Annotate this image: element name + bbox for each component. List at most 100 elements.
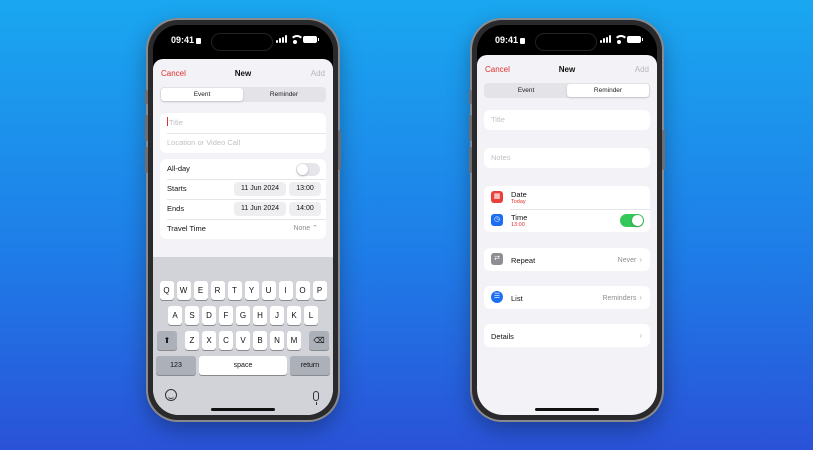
key-j[interactable]: J — [270, 306, 284, 325]
signal-icon — [276, 35, 287, 43]
status-time: 09:41 — [495, 35, 526, 45]
starts-time-button[interactable]: 13:00 — [289, 182, 321, 196]
key-w[interactable]: W — [176, 281, 191, 300]
new-event-sheet: Cancel New Add Event Reminder Title Loca… — [153, 59, 333, 415]
key-a[interactable]: A — [168, 306, 182, 325]
volume-down-button — [469, 147, 472, 173]
key-q[interactable]: Q — [159, 281, 174, 300]
location-field[interactable]: Location or Video Call — [160, 133, 326, 153]
battery-icon — [627, 35, 643, 43]
title-field[interactable]: Title — [484, 110, 650, 130]
text-cursor — [167, 117, 168, 126]
key-k[interactable]: K — [287, 306, 301, 325]
emoji-icon[interactable] — [165, 389, 177, 401]
action-button — [469, 90, 472, 104]
key-i[interactable]: I — [278, 281, 293, 300]
segment-event[interactable]: Event — [161, 88, 243, 101]
details-label: Details — [491, 332, 514, 341]
location-placeholder: Location or Video Call — [167, 138, 241, 147]
key-l[interactable]: L — [304, 306, 318, 325]
key-h[interactable]: H — [253, 306, 267, 325]
date-row[interactable]: ▦ Date Today — [484, 186, 650, 209]
keyboard-row-4: 123 space return — [153, 356, 333, 375]
list-row[interactable]: ☰ List Reminders › — [484, 286, 650, 309]
chevron-right-icon: › — [639, 331, 642, 340]
dynamic-island — [535, 33, 597, 51]
key-d[interactable]: D — [202, 306, 216, 325]
power-button — [338, 130, 341, 170]
repeat-row[interactable]: ⇄ Repeat Never › — [484, 248, 650, 271]
segment-reminder[interactable]: Reminder — [567, 84, 649, 97]
travel-time-label: Travel Time — [167, 224, 206, 233]
space-key[interactable]: space — [199, 356, 287, 375]
ends-label: Ends — [167, 204, 185, 213]
wifi-icon — [614, 35, 628, 44]
title-field[interactable]: Title — [160, 113, 326, 133]
allday-toggle[interactable] — [296, 163, 320, 176]
key-y[interactable]: Y — [244, 281, 259, 300]
key-s[interactable]: S — [185, 306, 199, 325]
add-button[interactable]: Add — [635, 65, 649, 74]
delete-key[interactable]: ⌫ — [309, 331, 329, 350]
key-n[interactable]: N — [270, 331, 284, 350]
nav-bar: Cancel New Add — [477, 63, 657, 79]
list-icon: ☰ — [491, 291, 503, 303]
key-r[interactable]: R — [210, 281, 225, 300]
key-x[interactable]: X — [202, 331, 216, 350]
nav-bar: Cancel New Add — [153, 67, 333, 83]
segment-reminder[interactable]: Reminder — [243, 88, 325, 101]
travel-time-value: None ⌃ — [293, 225, 318, 232]
starts-date-button[interactable]: 11 Jun 2024 — [234, 182, 286, 196]
notes-field[interactable]: Notes — [484, 148, 650, 168]
list-value: Reminders › — [602, 293, 642, 302]
phone-reminder: 09:41 Cancel New Add Event Reminder Titl… — [469, 20, 665, 420]
key-f[interactable]: F — [219, 306, 233, 325]
signal-icon — [600, 35, 611, 43]
return-key[interactable]: return — [290, 356, 330, 375]
key-z[interactable]: Z — [185, 331, 199, 350]
screen: 09:41 Cancel New Add Event Reminder Titl… — [477, 25, 657, 415]
details-row[interactable]: Details › — [484, 324, 650, 347]
volume-down-button — [145, 147, 148, 173]
key-b[interactable]: B — [253, 331, 267, 350]
notes-placeholder: Notes — [491, 153, 511, 162]
date-label: Date — [511, 190, 527, 199]
travel-time-row[interactable]: Travel Time None ⌃ — [160, 219, 326, 239]
key-t[interactable]: T — [227, 281, 242, 300]
key-c[interactable]: C — [219, 331, 233, 350]
status-bar: 09:41 — [477, 25, 657, 59]
key-g[interactable]: G — [236, 306, 250, 325]
segment-event[interactable]: Event — [485, 84, 567, 97]
key-v[interactable]: V — [236, 331, 250, 350]
starts-label: Starts — [167, 184, 187, 193]
keyboard: Q W E R T Y U I O P A S D F G H J K L ⬆ … — [153, 257, 333, 415]
chevron-right-icon: › — [639, 255, 642, 264]
toggle-knob — [297, 164, 308, 175]
status-bar: 09:41 — [153, 25, 333, 59]
home-indicator[interactable] — [535, 408, 599, 411]
chevron-right-icon: › — [639, 293, 642, 302]
add-button[interactable]: Add — [311, 69, 325, 78]
ends-time-button[interactable]: 14:00 — [289, 202, 321, 216]
system-icons — [276, 35, 319, 44]
home-indicator[interactable] — [211, 408, 275, 411]
shift-key[interactable]: ⬆ — [157, 331, 177, 350]
list-card: ☰ List Reminders › — [484, 286, 650, 309]
battery-icon — [303, 35, 319, 43]
key-o[interactable]: O — [295, 281, 310, 300]
numbers-key[interactable]: 123 — [156, 356, 196, 375]
ends-date-button[interactable]: 11 Jun 2024 — [234, 202, 286, 216]
keyboard-row-1: Q W E R T Y U I O P — [153, 281, 333, 300]
power-button — [662, 130, 665, 170]
microphone-icon[interactable] — [313, 391, 319, 405]
focus-icon — [520, 38, 526, 44]
time-label: Time — [511, 213, 528, 222]
key-p[interactable]: P — [312, 281, 327, 300]
key-m[interactable]: M — [287, 331, 301, 350]
repeat-icon: ⇄ — [491, 253, 503, 265]
new-reminder-sheet: Cancel New Add Event Reminder Title Note… — [477, 55, 657, 415]
key-e[interactable]: E — [193, 281, 208, 300]
time-toggle[interactable] — [620, 214, 644, 227]
list-label: List — [511, 294, 523, 303]
key-u[interactable]: U — [261, 281, 276, 300]
